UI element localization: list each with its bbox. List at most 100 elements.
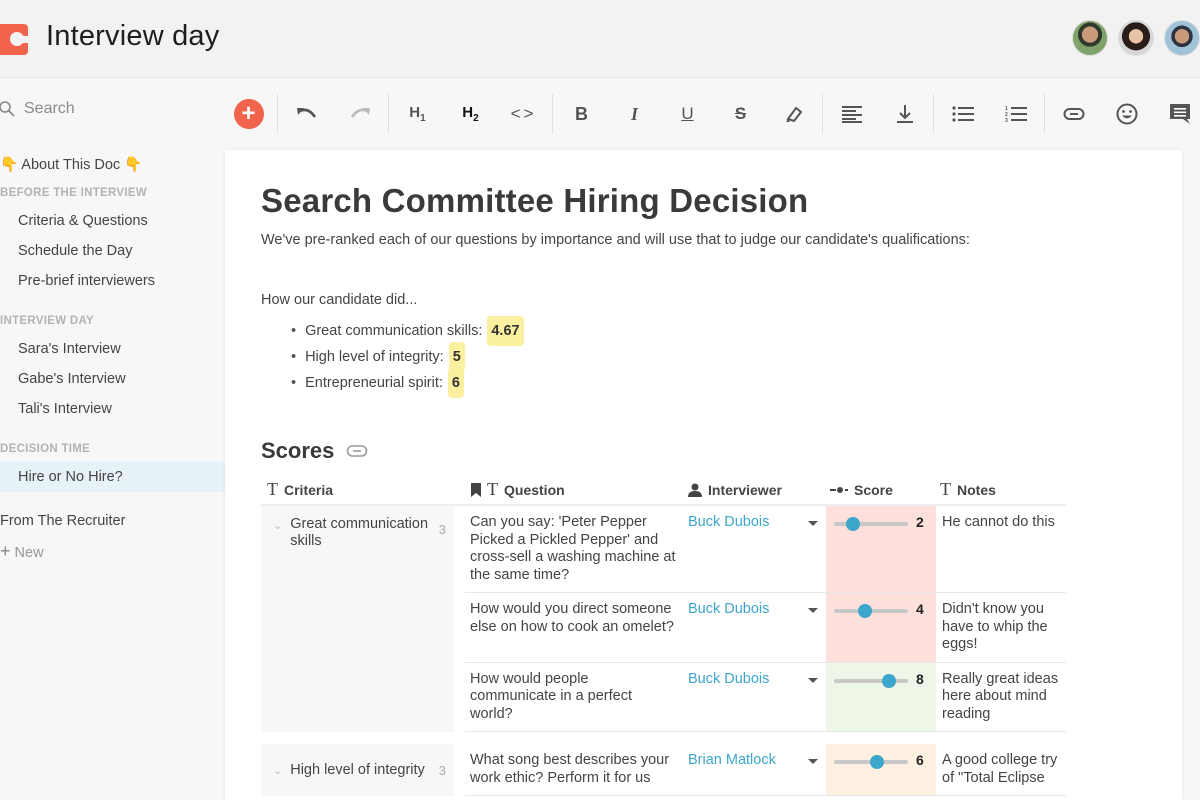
chevron-down-icon[interactable]: ⌄ bbox=[273, 519, 282, 722]
score-slider[interactable] bbox=[834, 752, 908, 772]
text-type-icon: T bbox=[267, 479, 278, 499]
list-item[interactable]: High level of integrity:5 bbox=[291, 342, 524, 372]
result-label: High level of integrity: bbox=[305, 349, 444, 365]
sidebar-item-sara[interactable]: Sara's Interview bbox=[0, 334, 225, 364]
result-value[interactable]: 4.67 bbox=[487, 316, 524, 346]
interviewer-cell[interactable]: Buck Dubois bbox=[683, 663, 826, 732]
code-button[interactable]: <> bbox=[497, 96, 550, 132]
strikethrough-button[interactable]: S bbox=[714, 96, 767, 132]
interviewer-link[interactable]: Buck Dubois bbox=[688, 671, 769, 724]
slider-thumb[interactable] bbox=[870, 755, 884, 769]
sidebar-item-recruiter[interactable]: From The Recruiter bbox=[0, 506, 225, 536]
avatar[interactable] bbox=[1118, 20, 1154, 56]
column-header-score[interactable]: Score bbox=[826, 474, 936, 505]
page-title[interactable]: Search Committee Hiring Decision bbox=[261, 182, 808, 220]
column-label: Interviewer bbox=[708, 481, 782, 498]
question-cell[interactable]: How would people communicate in a perfec… bbox=[465, 663, 683, 732]
lead-paragraph[interactable]: We've pre-ranked each of our questions b… bbox=[261, 232, 970, 248]
notes-cell[interactable]: He cannot do this bbox=[936, 506, 1066, 592]
avatar[interactable] bbox=[1072, 20, 1108, 56]
interviewer-cell[interactable]: Buck Dubois bbox=[683, 593, 826, 662]
insert-button[interactable]: + bbox=[222, 96, 275, 132]
question-cell[interactable]: What song best describes your work ethic… bbox=[465, 744, 683, 795]
sidebar-item-hire[interactable]: Hire or No Hire? bbox=[0, 462, 225, 492]
chevron-down-icon[interactable]: ⌄ bbox=[273, 764, 282, 777]
sidebar-item-about[interactable]: 👇 About This Doc 👇 bbox=[0, 150, 225, 180]
column-header-question[interactable]: T Question bbox=[465, 474, 683, 505]
undo-button[interactable] bbox=[280, 96, 333, 132]
column-header-interviewer[interactable]: Interviewer bbox=[683, 474, 826, 505]
column-header-criteria[interactable]: T Criteria bbox=[261, 474, 454, 505]
new-page-button[interactable]: + New bbox=[0, 536, 225, 566]
criteria-group: ⌄ High level of integrity 3 What song best … bbox=[261, 744, 1066, 796]
bold-icon: B bbox=[575, 103, 588, 124]
bullet-list-button[interactable] bbox=[936, 96, 989, 132]
h2-icon: H2 bbox=[462, 104, 479, 124]
criteria-name: High level of integrity bbox=[290, 761, 425, 778]
column-label: Question bbox=[504, 481, 565, 498]
sidebar-item-gabe[interactable]: Gabe's Interview bbox=[0, 364, 225, 394]
underline-icon: U bbox=[681, 104, 694, 123]
notes-cell[interactable]: Really great ideas here about mind readi… bbox=[936, 663, 1066, 732]
sidebar-item-schedule[interactable]: Schedule the Day bbox=[0, 236, 225, 266]
sidebar-item-tali[interactable]: Tali's Interview bbox=[0, 394, 225, 424]
list-item[interactable]: Entrepreneurial spirit:6 bbox=[291, 368, 524, 398]
bullet-list-icon bbox=[951, 106, 974, 122]
bold-button[interactable]: B bbox=[555, 96, 608, 132]
score-cell: 4 bbox=[826, 593, 936, 662]
interviewer-link[interactable]: Buck Dubois bbox=[688, 514, 769, 584]
result-label: Great communication skills: bbox=[305, 323, 483, 339]
result-value[interactable]: 6 bbox=[447, 368, 464, 398]
heading-1-button[interactable]: H1 bbox=[391, 96, 444, 132]
score-slider[interactable] bbox=[834, 601, 908, 621]
interviewer-link[interactable]: Brian Matlock bbox=[688, 752, 776, 787]
redo-button[interactable] bbox=[333, 96, 386, 132]
emoji-button[interactable] bbox=[1100, 96, 1153, 132]
insert-below-button[interactable] bbox=[878, 96, 931, 132]
search-input[interactable]: Search bbox=[24, 100, 75, 118]
column-header-notes[interactable]: T Notes bbox=[936, 474, 1066, 505]
criteria-cell[interactable]: ⌄ Great communication skills 3 bbox=[261, 506, 454, 732]
link-button[interactable] bbox=[1047, 96, 1100, 132]
avatar[interactable] bbox=[1164, 20, 1200, 56]
results-intro[interactable]: How our candidate did... bbox=[261, 292, 417, 308]
caret-down-icon[interactable] bbox=[808, 759, 818, 764]
sidebar-item-prebrief[interactable]: Pre-brief interviewers bbox=[0, 266, 225, 296]
search-box[interactable]: Search bbox=[0, 100, 75, 118]
heading-2-button[interactable]: H2 bbox=[444, 96, 497, 132]
link-icon[interactable] bbox=[346, 444, 368, 458]
highlight-button[interactable] bbox=[767, 96, 820, 132]
toolbar-divider bbox=[277, 94, 278, 134]
notes-cell[interactable]: A good college try of "Total Eclipse bbox=[936, 744, 1066, 795]
doc-title[interactable]: Interview day bbox=[46, 20, 219, 53]
criteria-cell[interactable]: ⌄ High level of integrity 3 bbox=[261, 744, 454, 796]
score-value: 8 bbox=[916, 670, 924, 687]
underline-button[interactable]: U bbox=[661, 96, 714, 132]
comment-button[interactable] bbox=[1153, 96, 1200, 132]
list-item[interactable]: Great communication skills:4.67 bbox=[291, 316, 524, 346]
numbered-list-button[interactable]: 123 bbox=[989, 96, 1042, 132]
interviewer-link[interactable]: Buck Dubois bbox=[688, 601, 769, 654]
caret-down-icon[interactable] bbox=[808, 677, 818, 683]
interviewer-cell[interactable]: Buck Dubois bbox=[683, 506, 826, 592]
score-slider[interactable] bbox=[834, 671, 908, 691]
question-cell[interactable]: Can you say: 'Peter Pepper Picked a Pick… bbox=[465, 506, 683, 592]
document-page: Search Committee Hiring Decision We've p… bbox=[225, 150, 1182, 800]
row-count: 3 bbox=[438, 762, 446, 778]
caret-down-icon[interactable] bbox=[808, 608, 818, 613]
question-cell[interactable]: How would you direct someone else on how… bbox=[465, 593, 683, 662]
slider-thumb[interactable] bbox=[882, 673, 896, 688]
toolbar-divider bbox=[388, 94, 389, 134]
slider-thumb[interactable] bbox=[846, 517, 860, 531]
score-cell: 6 bbox=[826, 744, 936, 795]
app-logo-icon[interactable] bbox=[0, 24, 28, 55]
interviewer-cell[interactable]: Brian Matlock bbox=[683, 744, 826, 795]
italic-button[interactable]: I bbox=[608, 96, 661, 132]
score-slider[interactable] bbox=[834, 514, 908, 534]
align-button[interactable] bbox=[825, 96, 878, 132]
sidebar-item-criteria[interactable]: Criteria & Questions bbox=[0, 206, 225, 236]
notes-cell[interactable]: Didn't know you have to whip the eggs! bbox=[936, 593, 1066, 662]
slider-thumb[interactable] bbox=[858, 604, 872, 618]
slider-track[interactable] bbox=[834, 678, 908, 683]
caret-down-icon[interactable] bbox=[808, 521, 818, 526]
